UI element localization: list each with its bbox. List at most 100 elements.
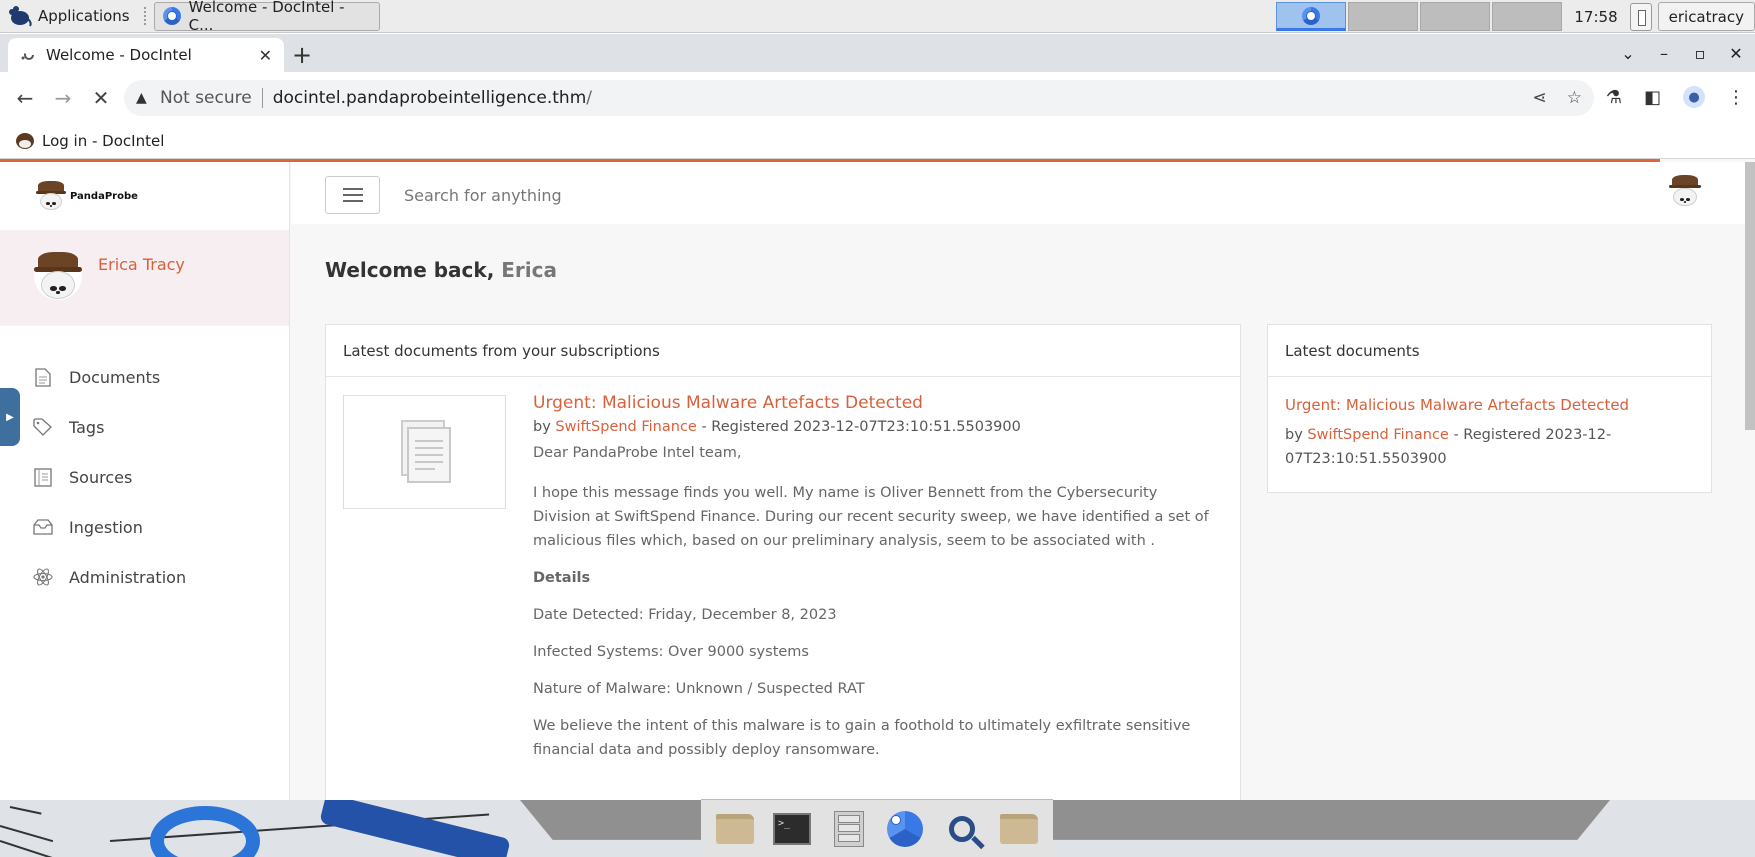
terminal-icon: >_ (772, 812, 811, 845)
document-intro: I hope this message finds you well. My n… (533, 485, 1209, 549)
workspace-1[interactable] (1276, 2, 1347, 31)
back-arrow-icon[interactable]: ← (6, 86, 44, 110)
latest-documents-header: Latest documents (1268, 325, 1711, 377)
document-title-link[interactable]: Urgent: Malicious Malware Artefacts Dete… (533, 393, 1213, 413)
side-panel-icon[interactable]: ◧ (1644, 87, 1661, 108)
subscriptions-card: Latest documents from your subscriptions… (325, 324, 1241, 800)
sidebar-item-label: Tags (69, 417, 105, 437)
browser-menu-icon[interactable]: ⋮ (1727, 87, 1745, 108)
sidebar-item-label: Documents (69, 367, 161, 387)
clock[interactable]: 17:58 (1564, 8, 1629, 26)
account-avatar[interactable] (1669, 175, 1701, 207)
source-link[interactable]: SwiftSpend Finance (555, 419, 696, 435)
sidebar-item-sources[interactable]: Sources (0, 452, 289, 502)
os-top-panel: Applications Welcome - DocIntel - C... 1… (0, 0, 1755, 34)
page-topbar (291, 162, 1755, 224)
stop-loading-icon[interactable]: ✕ (82, 86, 120, 110)
wallpaper-magnifier-lens (150, 806, 260, 857)
by-label: by (533, 419, 551, 435)
share-icon[interactable]: ⋖ (1533, 88, 1547, 108)
bookmark-login-docintel[interactable]: Log in - DocIntel (42, 132, 164, 150)
inbox-icon (33, 517, 53, 537)
dock-home-folder[interactable] (715, 809, 755, 849)
sidebar-item-label: Sources (69, 467, 133, 487)
omnibox-divider (261, 88, 263, 108)
bookmark-star-icon[interactable]: ☆ (1567, 88, 1582, 108)
infected-systems: Infected Systems: Over 9000 systems (533, 644, 809, 660)
docintel-favicon-icon (16, 133, 34, 149)
sidebar-item-tags[interactable]: Tags (0, 402, 289, 452)
dock: >_ (701, 799, 1053, 857)
chrome-icon (887, 810, 924, 847)
play-arrow-icon: ▶ (6, 411, 14, 423)
sidebar-nav: Documents Tags Sources Ingestion Adminis… (0, 352, 289, 602)
wallpaper-tray (520, 800, 1610, 840)
malware-nature: Nature of Malware: Unknown / Suspected R… (533, 681, 865, 697)
dock-folder[interactable] (999, 809, 1039, 849)
chrome-icon (162, 7, 181, 25)
sources-icon (33, 467, 53, 487)
taskbar-browser-window[interactable]: Welcome - DocIntel - C... (153, 0, 380, 34)
close-window-icon[interactable]: ✕ (1727, 44, 1745, 63)
address-bar[interactable]: ▲ Not secure docintel.pandaprobeintellig… (124, 80, 1594, 116)
details-heading: Details (533, 570, 591, 586)
forward-arrow-icon[interactable]: → (44, 86, 82, 110)
panda-logo-icon (36, 181, 66, 211)
document-thumbnail[interactable] (343, 395, 506, 509)
atom-icon (33, 567, 53, 587)
sidebar-item-documents[interactable]: Documents (0, 352, 289, 402)
page-scrollbar[interactable] (1745, 162, 1755, 430)
url-host: docintel.pandaprobeintelligence.thm (272, 88, 587, 108)
labs-flask-icon[interactable]: ⚗ (1606, 87, 1622, 108)
user-menu[interactable]: ericatracy (1657, 2, 1755, 31)
applications-label: Applications (38, 7, 130, 25)
workspace-2[interactable] (1348, 2, 1419, 31)
not-secure-label[interactable]: Not secure (160, 88, 252, 108)
wallpaper-magnifier-handle (319, 800, 511, 857)
url-text[interactable]: docintel.pandaprobeintelligence.thm/ (273, 88, 592, 108)
dock-file-cabinet[interactable] (829, 809, 869, 849)
hamburger-menu-button[interactable] (325, 176, 380, 214)
page-viewport: PandaProbe Erica Tracy Documents Tags So… (0, 159, 1755, 800)
user-name-link[interactable]: Erica Tracy (98, 255, 185, 274)
workspace-3[interactable] (1420, 2, 1491, 31)
warning-triangle-icon[interactable]: ▲ (136, 90, 152, 106)
brand-logo[interactable]: PandaProbe (0, 162, 289, 230)
close-tab-icon[interactable]: ✕ (259, 46, 272, 65)
brand-name: PandaProbe (70, 190, 138, 202)
magnifier-icon (948, 815, 975, 842)
date-detected: Date Detected: Friday, December 8, 2023 (533, 607, 837, 623)
new-tab-button[interactable]: + (284, 38, 320, 72)
tab-welcome-docintel[interactable]: Welcome - DocIntel ✕ (8, 38, 284, 72)
source-link[interactable]: SwiftSpend Finance (1307, 427, 1448, 443)
document-meta: by SwiftSpend Finance - Registered 2023-… (533, 419, 1213, 435)
browser-toolbar: ← → ✕ ▲ Not secure docintel.pandaprobein… (0, 72, 1755, 124)
dock-search[interactable] (942, 809, 982, 849)
document-icon (33, 367, 53, 387)
malware-intent: We believe the intent of this malware is… (533, 718, 1191, 758)
sidebar: PandaProbe Erica Tracy Documents Tags So… (0, 162, 290, 800)
welcome-name: Erica (501, 258, 557, 282)
document-greeting: Dear PandaProbe Intel team, (533, 445, 742, 461)
dock-terminal[interactable]: >_ (772, 809, 812, 849)
sidebar-item-label: Ingestion (69, 517, 143, 537)
search-input[interactable] (404, 178, 904, 212)
registered-date: - Registered 2023-12-07T23:10:51.5503900 (701, 419, 1021, 435)
latest-document-title-link[interactable]: Urgent: Malicious Malware Artefacts Dete… (1285, 396, 1629, 414)
applications-menu[interactable]: Applications (0, 0, 138, 33)
power-icon[interactable] (1629, 2, 1652, 31)
user-avatar[interactable] (34, 252, 82, 300)
chrome-icon (1302, 6, 1321, 25)
dock-chrome[interactable] (885, 809, 925, 849)
profile-avatar-icon[interactable]: ● (1683, 86, 1705, 108)
minimize-icon[interactable]: – (1655, 44, 1673, 63)
welcome-prefix: Welcome back, (325, 258, 495, 282)
sidebar-item-administration[interactable]: Administration (0, 552, 289, 602)
browser-tab-strip: Welcome - DocIntel ✕ + ⌄ – ▫ ✕ (0, 34, 1755, 72)
maximize-icon[interactable]: ▫ (1691, 44, 1709, 63)
sidebar-item-ingestion[interactable]: Ingestion (0, 502, 289, 552)
panel-separator (143, 7, 148, 25)
workspace-4[interactable] (1492, 2, 1563, 31)
sidebar-toggle-handle[interactable]: ▶ (0, 388, 20, 446)
tab-search-chevron-down-icon[interactable]: ⌄ (1619, 44, 1637, 63)
